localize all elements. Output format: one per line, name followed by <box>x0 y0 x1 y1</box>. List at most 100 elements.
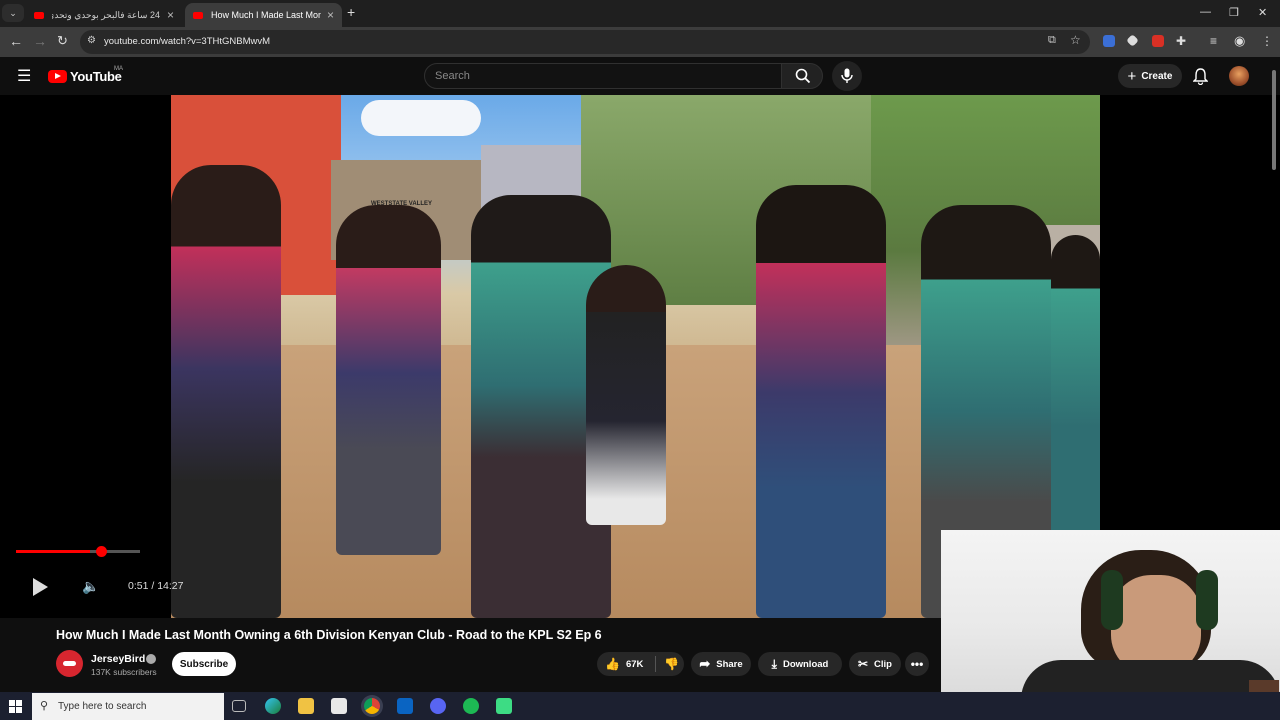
youtube-header: ☰ YouTube MA + Create <box>0 57 1280 95</box>
windows-taskbar: ⚲ Type here to search <box>0 692 1280 720</box>
time-display: 0:51 / 14:27 <box>128 580 184 592</box>
chevron-down-icon: ⌄ <box>9 7 17 18</box>
browser-toolbar: ← → ↻ ⚙ youtube.com/watch?v=3THtGNBMwvM … <box>0 27 1280 57</box>
extension-red-icon[interactable] <box>1152 35 1164 47</box>
task-view-icon[interactable] <box>232 700 246 712</box>
clip-label: Clip <box>874 658 892 670</box>
taskbar-search-placeholder: Type here to search <box>58 701 147 712</box>
channel-name[interactable]: JerseyBird <box>91 653 145 665</box>
bookmark-star-icon[interactable]: ☆ <box>1070 33 1081 47</box>
media-controls-icon[interactable]: ≡ <box>1210 34 1217 48</box>
search-input[interactable] <box>425 64 781 88</box>
microsoft-store-icon[interactable] <box>331 698 347 714</box>
search-icon: ⚲ <box>40 700 49 712</box>
youtube-favicon-icon <box>193 11 203 19</box>
hamburger-menu-icon[interactable]: ☰ <box>17 66 31 86</box>
video-info: How Much I Made Last Month Owning a 6th … <box>0 618 941 692</box>
person <box>171 165 281 618</box>
subscribe-button[interactable]: Subscribe <box>172 652 236 676</box>
streamer-shirt <box>1021 660 1280 692</box>
seek-handle[interactable] <box>96 546 107 557</box>
browser-tab-bar: ⌄ 24 ساعة فالبحر بوحدي وتحدي الـ × How M… <box>0 0 1280 27</box>
download-button[interactable]: ⤓ Download <box>758 652 842 676</box>
page-scrollbar[interactable] <box>1272 70 1276 170</box>
microphone-icon <box>841 68 853 83</box>
youtube-logo[interactable]: YouTube MA <box>48 66 123 84</box>
clip-button[interactable]: ✂ Clip <box>849 652 901 676</box>
notifications-bell-icon[interactable] <box>1193 68 1208 85</box>
chrome-icon[interactable] <box>364 698 380 714</box>
new-tab-icon[interactable]: + <box>347 4 355 20</box>
tab-label: How Much I Made Last Month <box>211 10 321 20</box>
play-icon[interactable] <box>33 578 48 596</box>
more-actions-button[interactable]: ••• <box>905 652 929 676</box>
close-window-icon[interactable]: ✕ <box>1258 6 1267 19</box>
headphones-icon <box>1101 570 1123 630</box>
youtube-favicon-icon <box>34 11 44 19</box>
address-bar[interactable]: ⚙ youtube.com/watch?v=3THtGNBMwvM ⧉ ☆ <box>80 30 1090 54</box>
more-horizontal-icon: ••• <box>910 657 924 671</box>
person <box>756 185 886 618</box>
file-explorer-icon[interactable] <box>298 698 314 714</box>
like-dislike-group: 👍 67K 👎 <box>597 652 684 676</box>
person <box>336 205 441 555</box>
share-label: Share <box>716 658 743 670</box>
browser-menu-icon[interactable]: ⋮ <box>1261 34 1273 48</box>
reload-icon[interactable]: ↻ <box>57 33 68 49</box>
create-button[interactable]: + Create <box>1118 64 1182 88</box>
close-tab-icon[interactable]: × <box>161 8 174 22</box>
seek-bar-played <box>16 550 90 553</box>
restore-icon[interactable]: ❐ <box>1229 6 1239 19</box>
site-info-icon[interactable]: ⚙ <box>87 35 96 46</box>
plus-icon: + <box>1127 67 1137 85</box>
tab-arabic-video[interactable]: 24 ساعة فالبحر بوحدي وتحدي الـ × <box>26 3 182 27</box>
tab-search-button[interactable]: ⌄ <box>2 4 24 22</box>
voice-search-button[interactable] <box>832 61 862 91</box>
install-app-icon[interactable]: ⧉ <box>1048 34 1056 47</box>
search-icon <box>795 68 811 84</box>
subscriber-count: 137K subscribers <box>91 667 157 677</box>
small-avatar-thumbnail <box>1249 680 1279 692</box>
spotify-icon[interactable] <box>463 698 479 714</box>
like-count[interactable]: 67K <box>626 659 643 670</box>
channel-avatar[interactable] <box>56 650 83 677</box>
scissors-icon: ✂ <box>857 657 869 671</box>
app-icon[interactable] <box>496 698 512 714</box>
outlook-icon[interactable] <box>397 698 413 714</box>
youtube-play-icon <box>48 70 67 83</box>
windows-start-icon[interactable] <box>9 700 22 713</box>
verified-badge-icon <box>146 654 156 664</box>
country-code: MA <box>114 66 123 72</box>
share-arrow-icon: ➦ <box>699 656 711 671</box>
person <box>586 265 666 525</box>
download-label: Download <box>782 658 829 670</box>
webcam-overlay <box>941 530 1280 692</box>
cloud <box>361 100 481 136</box>
url-text: youtube.com/watch?v=3THtGNBMwvM <box>104 36 271 47</box>
profile-icon[interactable]: ◉ <box>1234 33 1245 49</box>
extensions-puzzle-icon[interactable]: ✚ <box>1176 34 1186 48</box>
video-title: How Much I Made Last Month Owning a 6th … <box>56 628 602 642</box>
edge-browser-icon[interactable] <box>265 698 281 714</box>
tab-current-video[interactable]: How Much I Made Last Month × <box>185 3 342 27</box>
create-label: Create <box>1141 70 1173 82</box>
search-button[interactable] <box>781 63 823 89</box>
thumbs-down-icon[interactable]: 👎 <box>664 657 679 671</box>
volume-icon[interactable]: 🔈 <box>82 578 99 595</box>
headphones-icon <box>1196 570 1218 630</box>
translate-extension-icon[interactable] <box>1103 35 1115 47</box>
discord-icon[interactable] <box>430 698 446 714</box>
extension-diamond-icon[interactable] <box>1126 34 1139 47</box>
thumbs-up-icon[interactable]: 👍 <box>605 657 620 671</box>
search-box <box>424 63 782 89</box>
account-avatar[interactable] <box>1229 66 1249 86</box>
seek-bar[interactable] <box>16 550 140 553</box>
close-tab-icon[interactable]: × <box>321 8 334 22</box>
taskbar-search-box[interactable]: ⚲ Type here to search <box>32 693 224 720</box>
download-icon: ⤓ <box>771 656 777 671</box>
minimize-icon[interactable]: — <box>1200 6 1211 18</box>
back-arrow-icon[interactable]: ← <box>9 33 23 49</box>
share-button[interactable]: ➦ Share <box>691 652 751 676</box>
divider <box>655 656 657 672</box>
forward-arrow-icon[interactable]: → <box>33 33 47 49</box>
